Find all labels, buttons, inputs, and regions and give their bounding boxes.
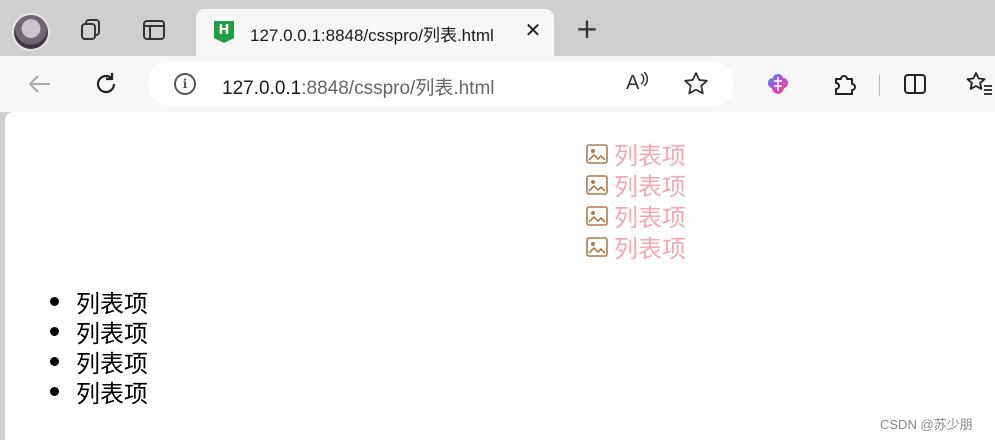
refresh-icon[interactable] <box>92 70 120 98</box>
broken-image-icon <box>586 143 608 164</box>
list-item: 列表项 <box>50 346 148 378</box>
bullet-dot-icon <box>50 386 59 396</box>
extensions-puzzle-icon[interactable] <box>830 70 858 98</box>
read-aloud-glyph: A <box>626 72 640 94</box>
list-item-text: 列表项 <box>614 143 686 170</box>
broken-image-icon <box>586 174 608 195</box>
list-item: 列表项 <box>50 286 148 318</box>
tab-title: 127.0.0.1:8848/csspro/列表.html <box>250 26 494 45</box>
read-aloud-icon[interactable]: A <box>626 71 649 95</box>
list-item-text: 列表项 <box>76 380 148 408</box>
image-marker-list: 列表项 列表项 列表项 列表项 <box>586 138 686 263</box>
list-item: 列表项 <box>586 138 686 170</box>
bullet-dot-icon <box>50 326 59 336</box>
bullet-list: 列表项 列表项 列表项 列表项 <box>50 286 148 408</box>
active-tab[interactable]: H 127.0.0.1:8848/csspro/列表.html ✕ <box>196 9 554 56</box>
list-item: 列表项 <box>586 231 686 263</box>
back-arrow-icon[interactable] <box>26 70 54 98</box>
address-bar[interactable]: i 127.0.0.1:8848/csspro/列表.html A <box>148 62 734 106</box>
toolbar-divider <box>879 74 880 96</box>
new-tab-button[interactable]: + <box>574 15 600 43</box>
list-item-text: 列表项 <box>614 174 686 201</box>
profile-avatar[interactable] <box>12 13 50 51</box>
broken-image-icon <box>586 205 608 226</box>
list-item: 列表项 <box>50 316 148 348</box>
list-item: 列表项 <box>586 200 686 232</box>
toolbar: i 127.0.0.1:8848/csspro/列表.html A <box>0 56 995 112</box>
list-item: 列表项 <box>586 169 686 201</box>
favorites-list-icon[interactable] <box>966 70 994 98</box>
html-file-icon: H <box>214 21 234 43</box>
bullet-dot-icon <box>50 296 59 306</box>
copilot-icon[interactable] <box>764 70 792 98</box>
workspaces-icon[interactable] <box>78 17 104 43</box>
favorite-star-icon[interactable] <box>683 71 709 97</box>
split-screen-icon[interactable] <box>901 70 929 98</box>
vertical-tabs-icon[interactable] <box>141 17 167 43</box>
url-path: :8848/csspro/列表.html <box>301 78 495 99</box>
tab-bar: H 127.0.0.1:8848/csspro/列表.html ✕ + <box>0 0 995 56</box>
page-viewport <box>5 112 995 440</box>
bullet-dot-icon <box>50 356 59 366</box>
list-item-text: 列表项 <box>614 205 686 232</box>
url-host: 127.0.0.1 <box>222 78 302 99</box>
site-info-icon[interactable]: i <box>174 73 196 95</box>
watermark: CSDN @苏少朋 <box>880 417 973 432</box>
url-text[interactable]: 127.0.0.1:8848/csspro/列表.html <box>222 73 495 100</box>
close-tab-icon[interactable]: ✕ <box>522 19 544 41</box>
broken-image-icon <box>586 236 608 257</box>
list-item-text: 列表项 <box>614 236 686 263</box>
list-item: 列表项 <box>50 376 148 408</box>
